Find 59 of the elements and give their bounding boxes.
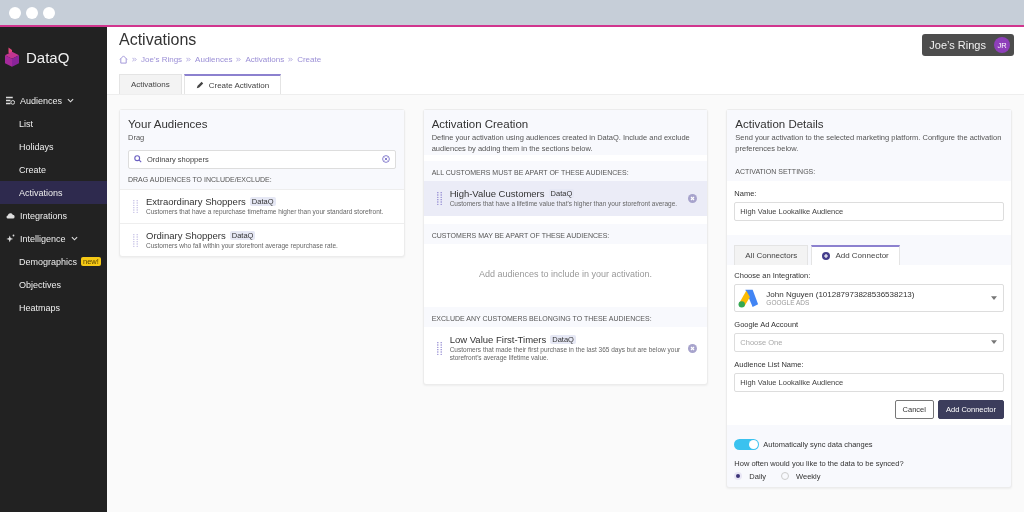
plus-icon [822,251,831,260]
drop-zone: Add audiences to include in your activation. [423,243,708,299]
pencil-icon [195,81,204,89]
audience-name: Extraordinary Shoppers [146,195,246,207]
sidebar-item[interactable]: Heatmaps [0,296,107,319]
window-dot-icon [43,6,55,19]
drag-handle-icon [436,190,442,206]
sidebar-item-label: Holidays [19,141,54,152]
sidebar-item-label: Objectives [19,279,62,290]
chevron-icon [186,57,192,62]
sync-toggle[interactable] [734,438,760,450]
sidebar-item[interactable]: Integrations [0,204,107,227]
caret-icon [991,340,997,345]
radio-button[interactable] [734,472,743,481]
sidebar-item[interactable]: Objectives [0,273,107,296]
sparkle-icon [6,234,15,243]
sidebar-item[interactable]: Activations [0,181,107,204]
window-dot-icon [9,6,21,19]
sidebar-item[interactable]: Create [0,158,107,181]
audience-name: Low Value First-Timers [449,333,547,345]
page-title: Activations [119,31,198,49]
chevron-icon [132,57,137,62]
sidebar-item-label: Create [19,164,46,175]
chevron-icon [236,57,242,62]
drag-handle-icon [436,340,442,356]
sidebar-item[interactable]: Audiences [0,89,107,112]
audience-list-icon [6,96,15,105]
tab[interactable]: All Connectors [734,244,809,265]
card-title: Activation Details [735,118,825,130]
drag-handle-icon [133,198,138,214]
caret-icon [991,295,997,300]
tab[interactable]: Add Connector [811,244,900,265]
logo-text: DataQ [26,48,70,66]
audience-name: Ordinary Shoppers [146,229,226,241]
sidebar-item-label: List [19,118,33,129]
tab[interactable]: Create Activation [183,74,282,94]
chevron-icon [288,57,294,62]
tab[interactable]: Activations [119,74,182,94]
remove-icon[interactable] [688,193,698,203]
window-dot-icon [26,6,38,19]
sidebar-item[interactable]: List [0,112,107,135]
remove-icon[interactable] [688,343,698,353]
sidebar-item[interactable]: Intelligence [0,227,107,250]
sidebar-item-label: Demographics [19,256,78,267]
account-name: Joe’s Rings [929,39,986,51]
sidebar-item-label: Activations [19,187,63,198]
cloud-icon [6,211,15,220]
clear-icon[interactable] [381,155,390,164]
card-title: Activation Creation [431,118,530,130]
home-icon[interactable] [119,55,128,64]
sidebar-item-label: Heatmaps [19,302,61,313]
sidebar-item[interactable]: Holidays [0,135,107,158]
audience-name: High-Value Customers [449,187,545,199]
search-icon [134,155,142,164]
integration-name: John Nguyen (101287973828536538213) [766,289,916,299]
ads-logo-icon [738,287,761,308]
logo-icon [5,47,19,67]
card-title: Your Audiences [128,118,209,130]
drag-handle-icon [133,232,138,248]
